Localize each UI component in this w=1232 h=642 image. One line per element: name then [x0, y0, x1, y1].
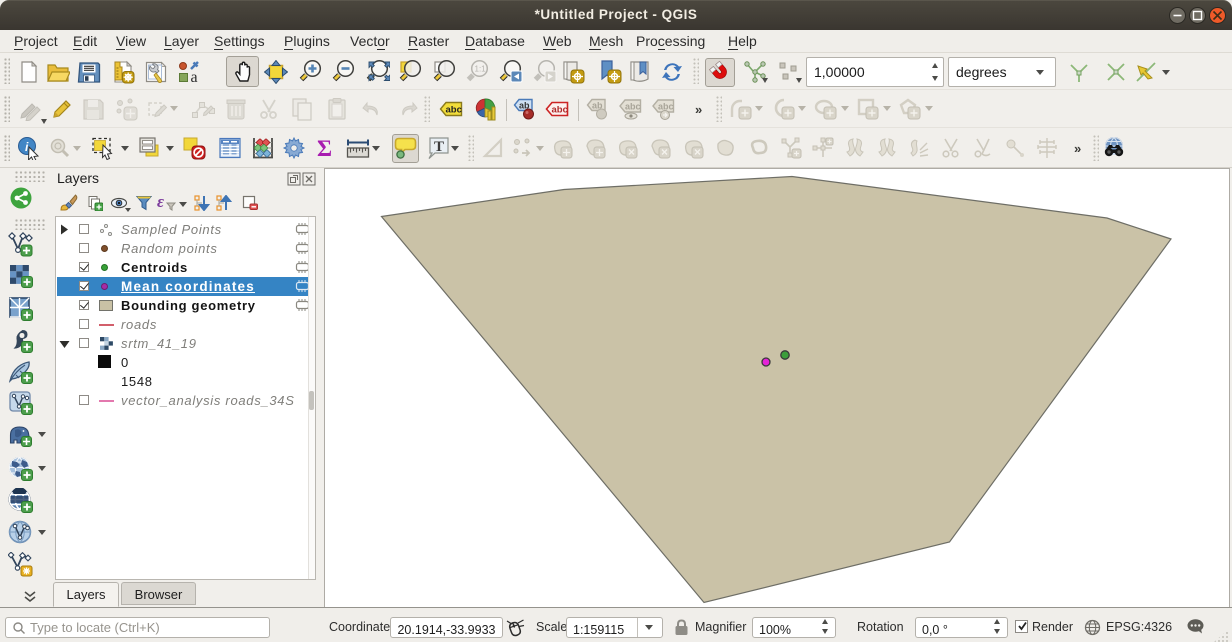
svg-text:Σ: Σ	[317, 136, 332, 160]
svg-text:abc: abc	[446, 105, 462, 116]
svg-text:abc: abc	[625, 102, 641, 112]
svg-text:1:1: 1:1	[475, 65, 487, 74]
svg-text:a: a	[191, 69, 198, 84]
svg-text:abc: abc	[658, 102, 674, 112]
svg-text:T: T	[434, 139, 444, 155]
svg-text:abc: abc	[552, 105, 568, 116]
svg-text:ε: ε	[157, 192, 164, 211]
